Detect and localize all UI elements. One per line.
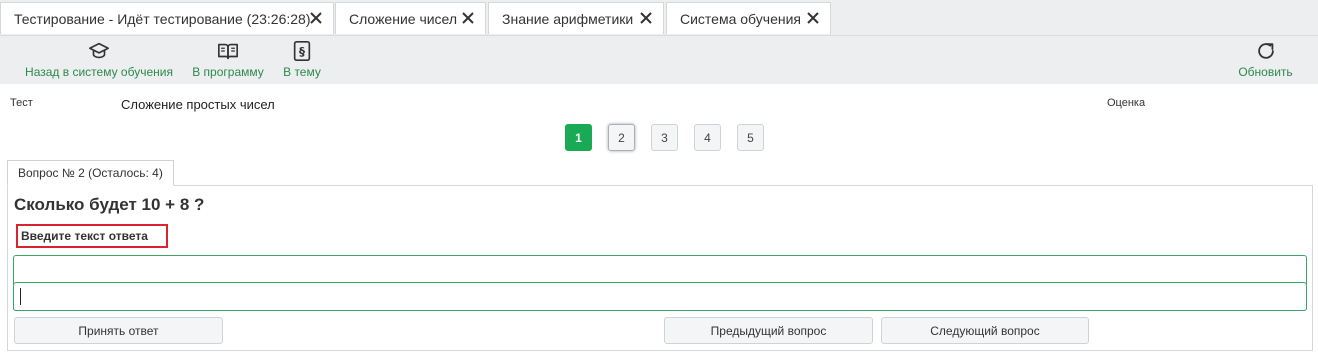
test-name: Сложение простых чисел [121,97,275,112]
tab-label: Тестирование - Идёт тестирование (23:26:… [14,10,311,27]
to-program-button[interactable]: В программу [191,40,265,79]
tool-label: В тему [283,65,321,79]
tab-addition[interactable]: Сложение чисел [335,2,486,34]
next-question-button[interactable]: Следующий вопрос [881,317,1089,344]
tab-learning-system[interactable]: Система обучения [666,2,831,34]
previous-question-button[interactable]: Предыдущий вопрос [664,317,873,344]
close-icon[interactable] [309,11,323,25]
page-4-button[interactable]: 4 [694,124,721,151]
tab-label: Система обучения [680,10,801,27]
accept-answer-button[interactable]: Принять ответ [14,317,223,344]
refresh-button[interactable]: Обновить [1237,40,1294,79]
close-icon[interactable] [461,11,475,25]
open-book-icon [218,43,238,60]
tool-label: Обновить [1238,65,1293,79]
test-label: Тест [10,97,33,109]
page-2-button[interactable]: 2 [608,124,635,151]
answer-input[interactable] [13,282,1307,311]
refresh-icon [1257,43,1274,59]
close-icon[interactable] [639,11,653,25]
graduation-cap-icon [89,42,109,59]
svg-text:§: § [299,45,305,59]
to-topic-button[interactable]: § В тему [283,40,321,79]
section-document-icon: § [293,41,311,61]
question-text: Сколько будет 10 + 8 ? [14,195,205,214]
tool-label: В программу [192,65,264,79]
answer-hint: Введите текст ответа [16,224,168,248]
tab-arithmetic[interactable]: Знание арифметики [488,2,664,34]
tool-label: Назад в систему обучения [25,65,173,79]
close-icon[interactable] [806,11,820,25]
back-to-learning-system-button[interactable]: Назад в систему обучения [25,40,173,79]
toolbar: Назад в систему обучения В программу § В… [0,36,1318,84]
question-tab[interactable]: Вопрос № 2 (Осталось: 4) [7,160,174,186]
grade-label: Оценка [1107,97,1146,109]
page-5-button[interactable]: 5 [737,124,764,151]
tab-testing[interactable]: Тестирование - Идёт тестирование (23:26:… [0,2,334,34]
text-caret [20,288,21,305]
tab-bar: Тестирование - Идёт тестирование (23:26:… [0,0,1318,36]
tab-label: Сложение чисел [349,10,458,27]
question-pagination: 1 2 3 4 5 [565,124,780,151]
page-3-button[interactable]: 3 [651,124,678,151]
tab-label: Знание арифметики [502,10,634,27]
page-1-button[interactable]: 1 [565,124,592,151]
